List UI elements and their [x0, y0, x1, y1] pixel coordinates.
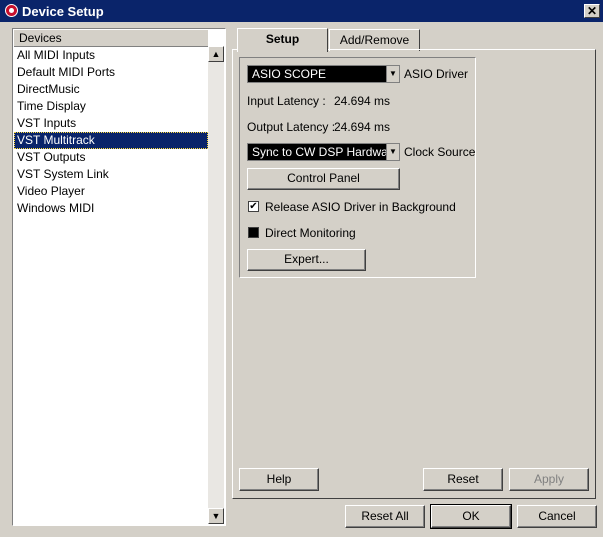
help-button[interactable]: Help	[239, 468, 319, 491]
reset-button[interactable]: Reset	[423, 468, 503, 491]
asio-driver-label: ASIO Driver	[404, 67, 469, 81]
app-logo-icon	[5, 4, 18, 17]
release-driver-label[interactable]: Release ASIO Driver in Background	[265, 200, 456, 214]
asio-driver-dropdown[interactable]: ASIO SCOPE ▼	[247, 65, 400, 83]
chevron-down-icon[interactable]: ▼	[386, 144, 399, 160]
window-title: Device Setup	[22, 4, 104, 19]
output-latency-value: 24.694 ms	[334, 120, 391, 134]
device-item-windows-midi[interactable]: Windows MIDI	[14, 200, 208, 217]
tab-setup[interactable]: Setup	[237, 28, 328, 52]
device-item-video-player[interactable]: Video Player	[14, 183, 208, 200]
device-item-vst-multitrack[interactable]: VST Multitrack	[14, 132, 208, 149]
devices-panel: Devices All MIDI Inputs Default MIDI Por…	[12, 28, 226, 526]
device-item-vst-outputs[interactable]: VST Outputs	[14, 149, 208, 166]
apply-button[interactable]: Apply	[509, 468, 589, 491]
tab-add-remove[interactable]: Add/Remove	[329, 29, 420, 51]
scroll-up-icon[interactable]: ▲	[208, 46, 224, 62]
device-item-all-midi-inputs[interactable]: All MIDI Inputs	[14, 47, 208, 64]
device-item-time-display[interactable]: Time Display	[14, 98, 208, 115]
chevron-down-icon[interactable]: ▼	[386, 66, 399, 82]
devices-scrollbar[interactable]: ▲ ▼	[208, 46, 224, 524]
device-item-default-midi-ports[interactable]: Default MIDI Ports	[14, 64, 208, 81]
release-driver-checkbox[interactable]: ✔	[248, 201, 259, 212]
expert-button[interactable]: Expert...	[247, 249, 366, 271]
devices-list: All MIDI Inputs Default MIDI Ports Direc…	[14, 47, 208, 217]
close-button[interactable]: ✕	[584, 4, 600, 18]
control-panel-button[interactable]: Control Panel	[247, 168, 400, 190]
direct-monitoring-label[interactable]: Direct Monitoring	[265, 226, 356, 240]
clock-source-value: Sync to CW DSP Hardware	[252, 145, 399, 159]
device-item-vst-system-link[interactable]: VST System Link	[14, 166, 208, 183]
cancel-button[interactable]: Cancel	[517, 505, 597, 528]
title-bar: Device Setup ✕	[0, 0, 603, 22]
clock-source-label: Clock Source	[404, 145, 476, 159]
ok-button[interactable]: OK	[430, 504, 512, 529]
direct-monitoring-checkbox[interactable]	[248, 227, 259, 238]
output-latency-label: Output Latency :	[247, 120, 336, 134]
scroll-down-icon[interactable]: ▼	[208, 508, 224, 524]
device-item-directmusic[interactable]: DirectMusic	[14, 81, 208, 98]
input-latency-label: Input Latency :	[247, 94, 326, 108]
clock-source-dropdown[interactable]: Sync to CW DSP Hardware ▼	[247, 143, 400, 161]
asio-driver-value: ASIO SCOPE	[252, 67, 327, 81]
reset-all-button[interactable]: Reset All	[345, 505, 425, 528]
devices-header[interactable]: Devices	[14, 30, 208, 47]
device-item-vst-inputs[interactable]: VST Inputs	[14, 115, 208, 132]
input-latency-value: 24.694 ms	[334, 94, 391, 108]
